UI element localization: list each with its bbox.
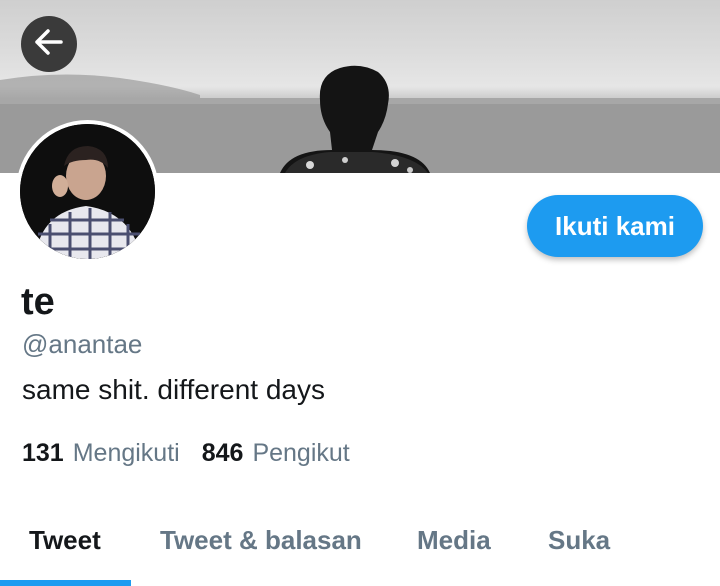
username-handle: @anantae (22, 329, 143, 359)
profile-stats: 131 Mengikuti 846 Pengikut (22, 437, 350, 469)
following-label: Mengikuti (72, 439, 180, 467)
avatar[interactable] (16, 120, 159, 263)
profile-page: Ikuti kami te @anantae same shit. differ… (0, 0, 720, 586)
follow-button-label: Ikuti kami (555, 210, 675, 241)
tab-tweets-and-replies[interactable]: Tweet & balasan (160, 525, 362, 556)
tab-tweet[interactable]: Tweet (29, 525, 101, 556)
active-tab-indicator (0, 580, 131, 586)
following-stat[interactable]: 131 Mengikuti (22, 437, 180, 469)
followers-stat[interactable]: 846 Pengikut (202, 437, 350, 469)
arrow-left-icon (34, 27, 64, 62)
followers-label: Pengikut (252, 439, 350, 467)
display-name: te (21, 281, 55, 323)
tab-likes[interactable]: Suka (548, 525, 610, 556)
followers-count: 846 (201, 439, 244, 467)
avatar-image (20, 124, 155, 259)
profile-tabs: Tweet Tweet & balasan Media Suka (0, 505, 720, 586)
following-count: 131 (22, 439, 64, 467)
profile-bio: same shit. different days (22, 374, 325, 405)
follow-button[interactable]: Ikuti kami (527, 195, 703, 257)
back-button[interactable] (21, 16, 77, 72)
tab-media[interactable]: Media (417, 525, 491, 556)
